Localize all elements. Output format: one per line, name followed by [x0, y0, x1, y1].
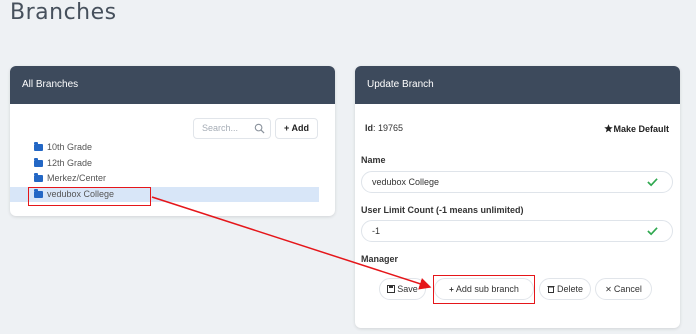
add-sub-branch-label: Add sub branch [455, 284, 519, 294]
tree-item-merkez-center[interactable]: Merkez/Center [10, 171, 335, 187]
search-placeholder: Search... [202, 123, 239, 133]
cancel-button[interactable]: ✕ Cancel [595, 278, 652, 300]
page-title: Branches [10, 0, 117, 25]
all-branches-panel: All Branches Search... + Add 10th Grade … [10, 66, 335, 216]
make-default-button[interactable]: Make Default [604, 124, 669, 134]
name-input[interactable]: vedubox College [361, 171, 673, 193]
tree-item-vedubox-college[interactable]: vedubox College [10, 186, 319, 202]
branch-tree: 10th Grade 12th Grade Merkez/Center vedu… [10, 140, 335, 202]
branch-id-value: : 19765 [373, 123, 404, 133]
plus-icon: + [284, 123, 290, 133]
tree-item-label: vedubox College [47, 188, 115, 199]
folder-icon [34, 188, 43, 198]
search-icon [254, 123, 265, 134]
branch-search-input[interactable]: Search... [193, 118, 271, 139]
user-limit-input[interactable]: -1 [361, 220, 673, 242]
user-limit-value: -1 [372, 226, 381, 236]
save-icon [387, 285, 396, 293]
tree-item-label: 10th Grade [47, 142, 93, 152]
save-button[interactable]: Save [379, 278, 426, 300]
folder-icon [34, 173, 43, 182]
update-branch-panel: Update Branch Id: 19765 Make Default Nam… [355, 66, 680, 328]
all-branches-header: All Branches [10, 66, 335, 104]
close-icon: ✕ [605, 285, 612, 294]
user-limit-label: User Limit Count (-1 means unlimited) [361, 205, 524, 215]
plus-icon: + [449, 285, 454, 294]
add-sub-branch-button[interactable]: + Add sub branch [434, 278, 534, 300]
save-label: Save [397, 284, 418, 294]
tree-item-label: Merkez/Center [47, 173, 107, 183]
folder-icon [34, 157, 43, 167]
name-value: vedubox College [372, 177, 440, 187]
manager-label: Manager [361, 254, 399, 264]
branch-id: Id: 19765 [365, 123, 403, 133]
make-default-label: Make Default [613, 124, 669, 134]
cancel-label: Cancel [613, 284, 642, 294]
add-branch-label: Add [291, 123, 309, 133]
branch-id-label: Id [365, 123, 373, 133]
tree-item-10th-grade[interactable]: 10th Grade [10, 140, 335, 156]
delete-button[interactable]: Delete [539, 278, 591, 300]
check-icon [647, 227, 658, 236]
check-icon [647, 178, 658, 187]
trash-icon [547, 286, 555, 293]
name-label: Name [361, 155, 386, 165]
add-branch-button[interactable]: + Add [275, 118, 318, 139]
tree-item-12th-grade[interactable]: 12th Grade [10, 156, 335, 172]
tree-item-label: 12th Grade [47, 157, 93, 168]
folder-icon [34, 142, 43, 151]
delete-label: Delete [556, 284, 583, 294]
update-branch-header: Update Branch [355, 66, 680, 104]
